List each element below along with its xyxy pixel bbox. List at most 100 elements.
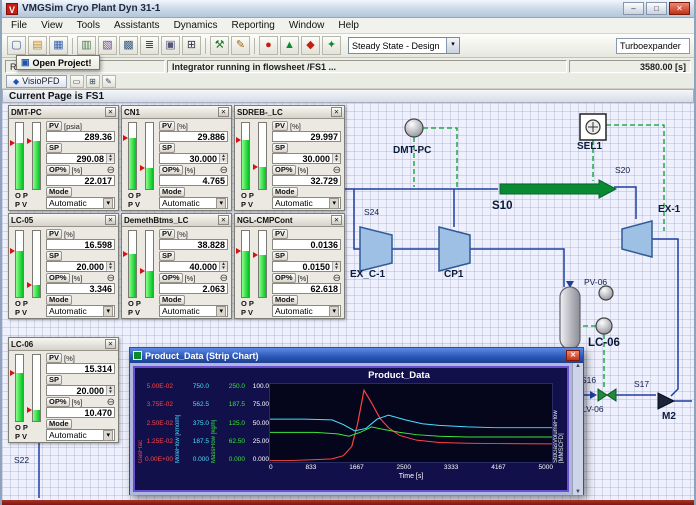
sp-chip[interactable]: SP	[46, 375, 63, 385]
op-chip[interactable]: OP%	[46, 273, 70, 283]
menu-help[interactable]: Help	[331, 19, 366, 32]
close-icon[interactable]: ✕	[331, 215, 342, 225]
pv-chip[interactable]: PV	[46, 229, 63, 239]
pfd-label-lc-06[interactable]: LC-06	[588, 337, 620, 349]
pfd-label-cp1[interactable]: CP1	[444, 269, 463, 280]
minimize-button[interactable]: –	[623, 2, 644, 15]
sp-input[interactable]: 30.000 ▴ ▾	[159, 153, 228, 164]
mode-chip[interactable]: Mode	[46, 419, 72, 429]
pfd-label-m2[interactable]: M2	[662, 411, 676, 422]
faceplate-titlebar[interactable]: SDREB-_LC ✕	[235, 106, 344, 119]
compressor-cp1[interactable]	[438, 226, 471, 272]
save-case-icon[interactable]: ▦	[49, 36, 68, 55]
pv-chip[interactable]: PV	[272, 229, 289, 239]
pv-chip[interactable]: PV	[46, 121, 63, 131]
tab-visiopfd[interactable]: ◆ VisioPFD	[6, 74, 67, 88]
summary-table-icon[interactable]: ▩	[119, 36, 138, 55]
close-icon[interactable]: ✕	[105, 107, 116, 117]
pv-chip[interactable]: PV	[272, 121, 289, 131]
mode-chevron-icon[interactable]: ▾	[329, 197, 339, 209]
faceplate-lc-06[interactable]: LC-06 ✕ OP PV PV [%] 15.314 SP 20.000 ▴ …	[8, 337, 119, 443]
sp-input[interactable]: 20.000 ▴ ▾	[46, 261, 115, 272]
sp-chip[interactable]: SP	[46, 143, 63, 153]
stream-s20-arrow[interactable]	[499, 179, 618, 199]
new-case-icon[interactable]: ▢	[7, 36, 26, 55]
faceplate-titlebar[interactable]: DMT-PC ✕	[9, 106, 118, 119]
strip-close-icon[interactable]: ✕	[566, 350, 580, 361]
pfd-label-s24[interactable]: S24	[364, 207, 379, 217]
mode-chip[interactable]: Mode	[272, 187, 298, 197]
faceplate-demethbtms-lc[interactable]: DemethBtms_LC ✕ OP PV PV [%] 38.828 SP 4…	[121, 213, 232, 319]
menu-reporting[interactable]: Reporting	[224, 19, 281, 32]
sp-spinner-icon[interactable]: ▴ ▾	[219, 154, 227, 163]
valve-lv-06[interactable]	[597, 388, 617, 402]
flowsheet-canvas[interactable]: DMT-PC SEL1 S20 S10 S24 EX_C-1 CP1 EX-1 …	[2, 103, 694, 500]
sp-chip[interactable]: SP	[159, 143, 176, 153]
mode-select[interactable]: Automatic ▾	[272, 305, 341, 317]
separator-vessel[interactable]	[559, 286, 581, 350]
faceplate-dmt-pc[interactable]: DMT-PC ✕ OP PV PV [psia] 289.36 SP 290.0…	[8, 105, 119, 211]
mode-chip[interactable]: Mode	[272, 295, 298, 305]
pfd-page-icon[interactable]: ▭	[69, 74, 84, 88]
open-case-icon[interactable]: ▤	[28, 36, 47, 55]
sp-input[interactable]: 20.000 ▴ ▾	[46, 385, 115, 396]
pfd-label-s10[interactable]: S10	[492, 200, 512, 212]
sp-spinner-icon[interactable]: ▴ ▾	[332, 154, 340, 163]
mode-chip[interactable]: Mode	[159, 187, 185, 197]
op-chip[interactable]: OP%	[46, 397, 70, 407]
sp-input[interactable]: 290.08 ▴ ▾	[46, 153, 115, 164]
mode-select[interactable]: Automatic ▾	[159, 305, 228, 317]
chevron-down-icon[interactable]: ▾	[446, 38, 459, 53]
mode-select[interactable]: Automatic ▾	[272, 197, 341, 209]
pfd-view-icon[interactable]: ▧	[98, 36, 117, 55]
expander-ex-1[interactable]	[621, 220, 653, 258]
reset-integrator-icon[interactable]: ✦	[322, 36, 341, 55]
faceplate-titlebar[interactable]: NGL-CMPCont ✕	[235, 214, 344, 227]
sp-spinner-icon[interactable]: ▴ ▾	[106, 386, 114, 395]
mode-select[interactable]: Automatic ▾	[46, 305, 115, 317]
pfd-label-ex-c-1[interactable]: EX_C-1	[350, 269, 385, 280]
strip-scrollbar[interactable]: ▲ ▼	[572, 363, 583, 495]
hold-integrator-icon[interactable]: ◆	[301, 36, 320, 55]
valve-pv-06-symbol[interactable]	[598, 285, 614, 301]
menu-assistants[interactable]: Assistants	[107, 19, 167, 32]
scroll-down-icon[interactable]: ▼	[573, 489, 583, 495]
op-chip[interactable]: OP%	[159, 273, 183, 283]
close-button[interactable]: ✕	[669, 2, 690, 15]
sp-input[interactable]: 0.0150 ▴ ▾	[272, 261, 341, 272]
unit-name-box[interactable]: Turboexpander	[616, 37, 690, 54]
pfd-label-dmt-pc[interactable]: DMT-PC	[393, 145, 431, 156]
edit-icon[interactable]: ✎	[231, 36, 250, 55]
lock-icon[interactable]: ⊖	[107, 165, 115, 175]
stop-integrator-icon[interactable]: ●	[259, 36, 278, 55]
pfd-label-s17[interactable]: S17	[634, 379, 649, 389]
sp-spinner-icon[interactable]: ▴ ▾	[106, 154, 114, 163]
pfd-edit-icon[interactable]: ✎	[101, 74, 116, 88]
sp-spinner-icon[interactable]: ▴ ▾	[332, 262, 340, 271]
faceplate-titlebar[interactable]: CN1 ✕	[122, 106, 231, 119]
calculator-icon[interactable]: ⊞	[182, 36, 201, 55]
report-icon[interactable]: ≣	[140, 36, 159, 55]
mode-chevron-icon[interactable]: ▾	[103, 305, 113, 317]
mode-chevron-icon[interactable]: ▾	[103, 197, 113, 209]
lock-icon[interactable]: ⊖	[107, 273, 115, 283]
faceplate-titlebar[interactable]: DemethBtms_LC ✕	[122, 214, 231, 227]
sp-chip[interactable]: SP	[159, 251, 176, 261]
pv-chip[interactable]: PV	[159, 121, 176, 131]
open-project-popup[interactable]: ▣ Open Project!	[16, 55, 100, 70]
mode-select[interactable]: Automatic ▾	[46, 197, 115, 209]
mode-chip[interactable]: Mode	[46, 187, 72, 197]
menu-dynamics[interactable]: Dynamics	[167, 19, 225, 32]
controller-lc-06-symbol[interactable]	[595, 317, 613, 335]
sp-input[interactable]: 30.000 ▴ ▾	[272, 153, 341, 164]
mode-chip[interactable]: Mode	[46, 295, 72, 305]
faceplate-titlebar[interactable]: LC-05 ✕	[9, 214, 118, 227]
pfd-label-sel1[interactable]: SEL1	[577, 141, 602, 152]
op-chip[interactable]: OP%	[272, 165, 296, 175]
sp-spinner-icon[interactable]: ▴ ▾	[106, 262, 114, 271]
mode-select[interactable]: Steady State - Design ▾	[348, 37, 460, 54]
pv-chip[interactable]: PV	[46, 353, 63, 363]
close-icon[interactable]: ✕	[218, 215, 229, 225]
pfd-add-icon[interactable]: ⊞	[85, 74, 100, 88]
scroll-up-icon[interactable]: ▲	[573, 363, 583, 369]
